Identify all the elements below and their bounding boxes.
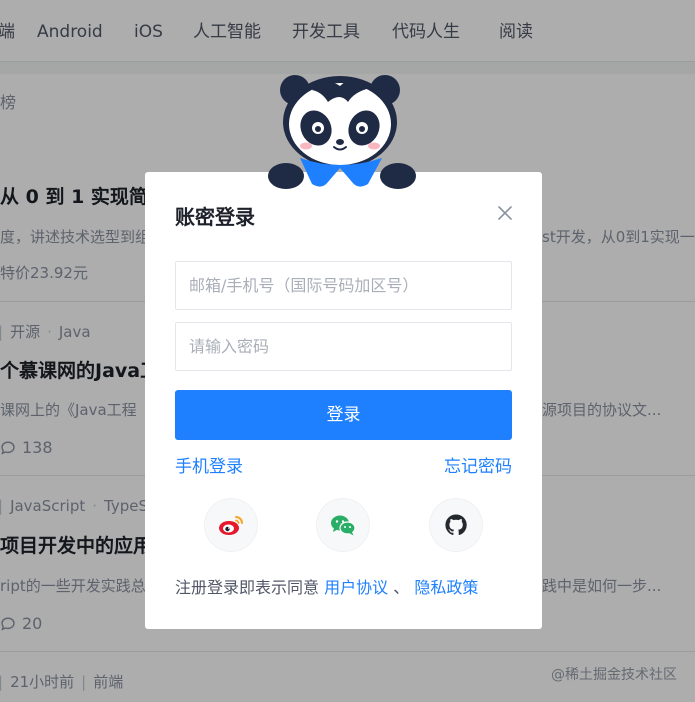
close-button[interactable] xyxy=(494,202,516,224)
close-icon xyxy=(498,206,512,220)
agreement-notice: 注册登录即表示同意 用户协议 、 隐私政策 xyxy=(175,577,478,599)
weibo-login-button[interactable] xyxy=(204,498,258,552)
login-button[interactable]: 登录 xyxy=(175,390,512,440)
wechat-login-button[interactable] xyxy=(316,498,370,552)
weibo-icon xyxy=(219,516,243,535)
user-agreement-link[interactable]: 用户协议 xyxy=(324,578,388,597)
github-icon xyxy=(445,514,467,536)
wechat-icon xyxy=(331,515,356,536)
login-dialog: 账密登录 登录 手机登录 忘记密码 xyxy=(145,172,542,629)
password-input[interactable] xyxy=(176,323,511,370)
dialog-title: 账密登录 xyxy=(175,205,255,229)
password-field xyxy=(175,322,512,371)
panda-mascot-icon xyxy=(268,75,416,189)
agreement-text: 注册登录即表示同意 xyxy=(175,578,320,597)
agreement-separator: 、 xyxy=(393,578,410,597)
privacy-policy-link[interactable]: 隐私政策 xyxy=(414,578,478,597)
phone-login-link[interactable]: 手机登录 xyxy=(175,456,243,478)
account-input[interactable] xyxy=(176,262,511,309)
account-field xyxy=(175,261,512,310)
github-login-button[interactable] xyxy=(429,498,483,552)
forgot-password-link[interactable]: 忘记密码 xyxy=(444,456,512,478)
